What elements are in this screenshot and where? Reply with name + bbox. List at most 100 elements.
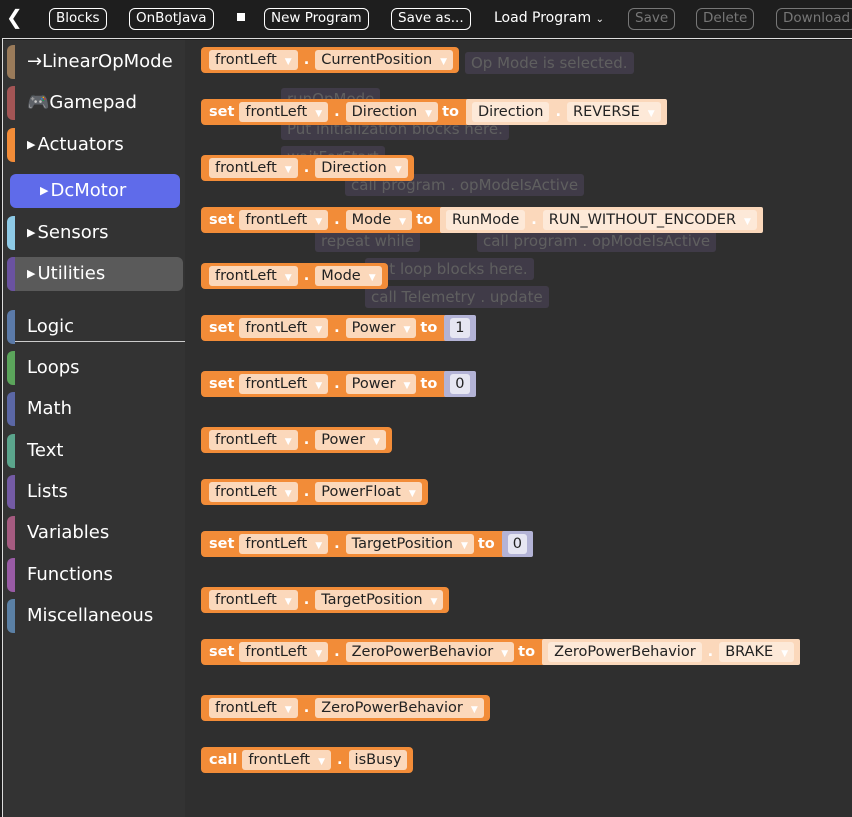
motor-dropdown[interactable]: frontLeft▼ (209, 266, 298, 286)
sidebar-item-functions[interactable]: Functions (7, 558, 183, 592)
enum-value-dropdown[interactable]: BRAKE▼ (719, 642, 794, 662)
field-label: frontLeft (245, 376, 307, 392)
property-dropdown[interactable]: ZeroPowerBehavior▼ (315, 698, 484, 718)
set-block-frontleft-mode[interactable]: setfrontLeft▼.Mode▼toRunMode.RUN_WITHOUT… (201, 207, 763, 233)
sidebar-item-logic[interactable]: Logic (7, 310, 183, 344)
block-frontleft-mode[interactable]: frontLeft▼.Mode▼ (201, 263, 388, 289)
field-label: RUN_WITHOUT_ENCODER (549, 212, 736, 228)
new-program-button[interactable]: New Program (264, 8, 369, 30)
set-block-frontleft-zeropowerbehavior[interactable]: setfrontLeft▼.ZeroPowerBehavior▼toZeroPo… (201, 639, 800, 665)
set-block-frontleft-targetposition[interactable]: setfrontLeft▼.TargetPosition▼to0 (201, 531, 533, 557)
number-field[interactable]: 1 (450, 318, 469, 338)
property-dropdown[interactable]: CurrentPosition▼ (315, 50, 453, 70)
enum-value-block[interactable]: RunMode.RUN_WITHOUT_ENCODER▼ (440, 207, 763, 233)
number-value-block[interactable]: 1 (444, 315, 475, 341)
sidebar-item-lists[interactable]: Lists (7, 475, 183, 509)
motor-dropdown[interactable]: frontLeft▼ (239, 210, 328, 230)
delete-button[interactable]: Delete (696, 8, 754, 30)
motor-dropdown[interactable]: frontLeft▼ (209, 50, 298, 70)
motor-dropdown[interactable]: frontLeft▼ (239, 642, 328, 662)
enum-value-block[interactable]: ZeroPowerBehavior.BRAKE▼ (542, 639, 800, 665)
load-program-dropdown[interactable]: Load Program ⌄ (494, 10, 604, 26)
motor-dropdown[interactable]: frontLeft▼ (209, 698, 298, 718)
download-button[interactable]: Download (776, 8, 852, 30)
blocks-button[interactable]: Blocks (49, 8, 107, 30)
enum-type-label: RunMode (446, 210, 525, 230)
category-color-bar (7, 128, 15, 162)
block-frontleft-currentposition[interactable]: frontLeft▼.CurrentPosition▼ (201, 47, 459, 73)
dot-separator: . (708, 644, 714, 660)
sidebar-item-linearopmode[interactable]: →LinearOpMode (7, 45, 183, 79)
motor-dropdown[interactable]: frontLeft▼ (242, 750, 331, 770)
motor-dropdown[interactable]: frontLeft▼ (209, 482, 298, 502)
category-color-bar (7, 257, 15, 291)
property-dropdown[interactable]: Power▼ (315, 430, 386, 450)
enum-value-block[interactable]: Direction.REVERSE▼ (466, 99, 667, 125)
blocks-workspace[interactable]: Op Mode is selected.runOpModePut initial… (185, 40, 852, 817)
motor-dropdown[interactable]: frontLeft▼ (239, 318, 328, 338)
dropdown-arrow-icon: ▼ (373, 437, 380, 447)
back-chevron-icon[interactable]: ❮ (6, 5, 23, 29)
enum-value-dropdown[interactable]: RUN_WITHOUT_ENCODER▼ (543, 210, 757, 230)
property-dropdown[interactable]: isBusy (349, 750, 408, 770)
motor-dropdown[interactable]: frontLeft▼ (239, 534, 328, 554)
motor-dropdown[interactable]: frontLeft▼ (239, 374, 328, 394)
sidebar-item-variables[interactable]: Variables (7, 516, 183, 550)
enum-value-dropdown[interactable]: REVERSE▼ (567, 102, 661, 122)
block-frontleft-power[interactable]: frontLeft▼.Power▼ (201, 427, 392, 453)
number-value-block[interactable]: 0 (444, 371, 475, 397)
sidebar-item-utilities[interactable]: ▶Utilities (7, 257, 183, 291)
keyword-set: set (209, 104, 234, 120)
category-label: Variables (27, 522, 109, 543)
sidebar-item-dcmotor[interactable]: ▶DcMotor (10, 174, 180, 208)
motor-dropdown[interactable]: frontLeft▼ (209, 430, 298, 450)
motor-dropdown[interactable]: frontLeft▼ (209, 590, 298, 610)
property-dropdown[interactable]: Direction▼ (346, 102, 438, 122)
category-color-bar (7, 392, 15, 426)
set-block-frontleft-direction[interactable]: setfrontLeft▼.Direction▼toDirection.REVE… (201, 99, 667, 125)
field-label: TargetPosition (352, 536, 453, 552)
motor-dropdown[interactable]: frontLeft▼ (239, 102, 328, 122)
property-dropdown[interactable]: ZeroPowerBehavior▼ (346, 642, 515, 662)
property-dropdown[interactable]: TargetPosition▼ (315, 590, 443, 610)
save-button[interactable]: Save (628, 8, 675, 30)
property-dropdown[interactable]: TargetPosition▼ (346, 534, 474, 554)
sidebar-item-actuators[interactable]: ▶Actuators (7, 128, 183, 162)
block-frontleft-targetposition[interactable]: frontLeft▼.TargetPosition▼ (201, 587, 449, 613)
dot-separator: . (334, 320, 340, 336)
number-value-block[interactable]: 0 (502, 531, 533, 557)
dropdown-arrow-icon: ▼ (403, 381, 410, 391)
sidebar-item-text[interactable]: Text (7, 434, 183, 468)
save-as-button[interactable]: Save as... (391, 8, 471, 30)
property-dropdown[interactable]: PowerFloat▼ (315, 482, 422, 502)
sidebar-item-loops[interactable]: Loops (7, 351, 183, 385)
property-dropdown[interactable]: Power▼ (346, 318, 417, 338)
category-color-bar (7, 475, 15, 509)
property-dropdown[interactable]: Direction▼ (315, 158, 407, 178)
category-label: Loops (27, 357, 80, 378)
number-field[interactable]: 0 (508, 534, 527, 554)
set-block-frontleft-power[interactable]: setfrontLeft▼.Power▼to0 (201, 371, 476, 397)
motor-dropdown[interactable]: frontLeft▼ (209, 158, 298, 178)
field-label: PowerFloat (321, 484, 401, 500)
property-dropdown[interactable]: Mode▼ (346, 210, 412, 230)
sidebar-item-gamepad[interactable]: 🎮Gamepad (7, 86, 183, 120)
block-frontleft-direction[interactable]: frontLeft▼. Direction▼ (201, 155, 414, 181)
dot-separator: . (304, 160, 310, 176)
onbotjava-button[interactable]: OnBotJava (129, 8, 214, 30)
property-dropdown[interactable]: Power▼ (346, 374, 417, 394)
dropdown-arrow-icon: ▼ (315, 649, 322, 659)
keyword-to: to (420, 320, 437, 336)
call-block-frontleft-isbusy[interactable]: callfrontLeft▼.isBusy (201, 747, 413, 773)
sidebar-item-miscellaneous[interactable]: Miscellaneous (7, 599, 183, 633)
background-block: call program . opModeIsActive (477, 230, 716, 252)
set-block-frontleft-power[interactable]: setfrontLeft▼.Power▼to1 (201, 315, 476, 341)
block-frontleft-powerfloat[interactable]: frontLeft▼.PowerFloat▼ (201, 479, 428, 505)
sidebar-item-math[interactable]: Math (7, 392, 183, 426)
block-frontleft-zeropowerbehavior[interactable]: frontLeft▼.ZeroPowerBehavior▼ (201, 695, 490, 721)
sidebar-item-sensors[interactable]: ▶Sensors (7, 216, 183, 250)
property-dropdown[interactable]: Mode▼ (315, 266, 381, 286)
field-label: CurrentPosition (321, 52, 432, 68)
category-label: Utilities (37, 263, 105, 284)
number-field[interactable]: 0 (450, 374, 469, 394)
